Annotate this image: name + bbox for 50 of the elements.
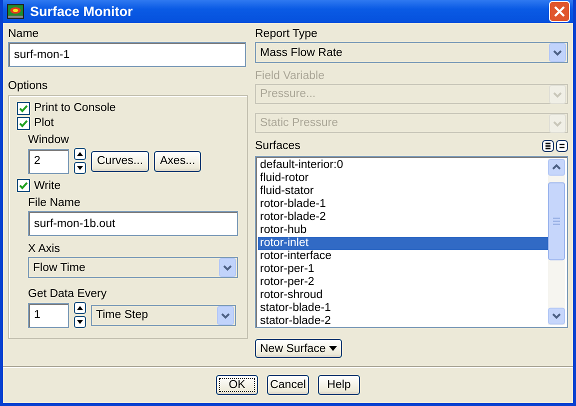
dialog-button[interactable]: OK bbox=[216, 375, 258, 395]
report-type-label: Report Type bbox=[255, 27, 318, 41]
field-variable-label: Field Variable bbox=[255, 69, 324, 83]
surface-item[interactable]: rotor-per-1 bbox=[258, 263, 548, 276]
dialog-button[interactable]: Help bbox=[318, 375, 360, 395]
x-axis-label: X Axis bbox=[28, 242, 60, 256]
surfaces-label: Surfaces bbox=[255, 139, 300, 153]
surface-item[interactable]: rotor-inlet bbox=[258, 237, 548, 250]
file-name-label: File Name bbox=[28, 196, 80, 210]
x-axis-dropdown[interactable]: Flow Time bbox=[28, 257, 238, 278]
checkbox-label[interactable]: Plot bbox=[34, 116, 54, 130]
scrollbar[interactable] bbox=[548, 159, 565, 325]
new-surface-button[interactable]: New Surface bbox=[255, 339, 342, 358]
checkbox[interactable] bbox=[17, 116, 30, 130]
spinner-arrows-icon[interactable] bbox=[74, 302, 86, 328]
surface-item[interactable]: rotor-per-2 bbox=[258, 276, 548, 289]
report-type-dropdown[interactable]: Mass Flow Rate bbox=[255, 42, 568, 63]
select-all-icon[interactable] bbox=[542, 140, 554, 152]
surface-item[interactable]: rotor-interface bbox=[258, 250, 548, 263]
name-label: Name bbox=[8, 27, 39, 41]
checkbox-label[interactable]: Write bbox=[34, 178, 61, 193]
surface-item[interactable]: rotor-blade-2 bbox=[258, 211, 548, 224]
get-data-every-field[interactable]: 1 bbox=[28, 302, 69, 328]
checkbox[interactable] bbox=[17, 102, 30, 115]
file-name-field[interactable]: surf-mon-1b.out bbox=[28, 211, 238, 236]
checkbox[interactable] bbox=[17, 179, 30, 192]
surface-item[interactable]: rotor-hub bbox=[258, 224, 548, 237]
spinner-arrows-icon[interactable] bbox=[74, 148, 86, 174]
surface-item[interactable]: rotor-blade-1 bbox=[258, 198, 548, 211]
plot-button[interactable]: Curves... bbox=[91, 150, 150, 172]
surface-item[interactable]: stator-blade-1 bbox=[258, 302, 548, 315]
dialog-button[interactable]: Cancel bbox=[267, 375, 309, 395]
unit-dropdown[interactable]: Time Step bbox=[91, 304, 236, 326]
surface-item[interactable]: fluid-rotor bbox=[258, 172, 548, 185]
window-field[interactable]: 2 bbox=[28, 148, 69, 174]
get-data-every-label: Get Data Every bbox=[28, 287, 107, 302]
name-field[interactable]: surf-mon-1 bbox=[8, 42, 246, 67]
window-title: Surface Monitor bbox=[30, 4, 134, 19]
caret-icon bbox=[328, 346, 337, 351]
surface-item[interactable]: fluid-stator bbox=[258, 185, 548, 198]
window-label: Window bbox=[28, 133, 69, 148]
app-icon bbox=[7, 4, 24, 19]
close-icon[interactable] bbox=[549, 1, 570, 22]
surface-item[interactable]: default-interior:0 bbox=[258, 159, 548, 172]
surface-item[interactable]: rotor-shroud bbox=[258, 289, 548, 302]
plot-button[interactable]: Axes... bbox=[154, 150, 202, 172]
checkbox-label[interactable]: Print to Console bbox=[34, 101, 116, 116]
deselect-all-icon[interactable] bbox=[556, 140, 568, 152]
options-label: Options bbox=[8, 79, 48, 93]
surface-item[interactable]: stator-blade-2 bbox=[258, 315, 548, 328]
